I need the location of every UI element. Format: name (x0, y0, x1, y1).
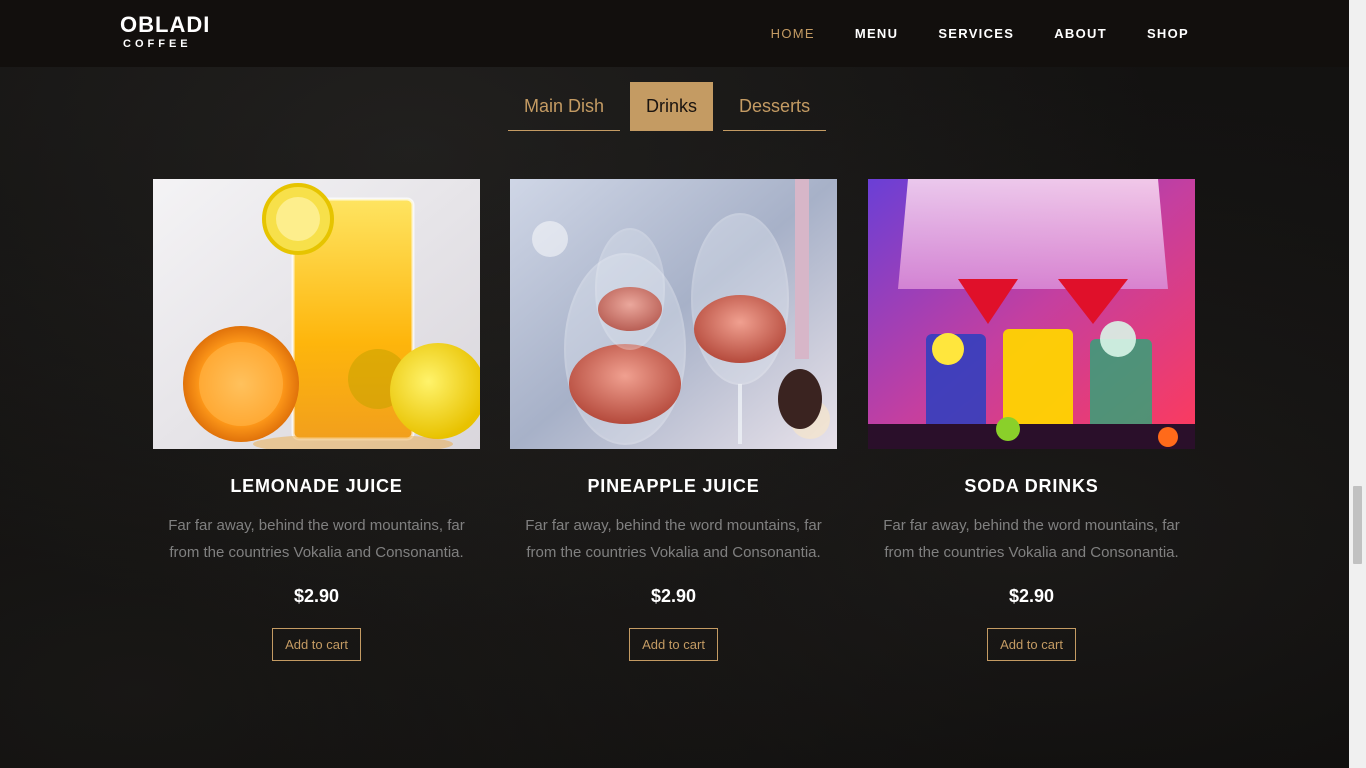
product-card: PINEAPPLE JUICE Far far away, behind the… (510, 179, 837, 661)
product-title: LEMONADE JUICE (230, 476, 403, 496)
brand-logo[interactable]: OBLADI COFFEE (120, 12, 211, 51)
brand-subtitle: COFFEE (123, 38, 192, 50)
product-description: Far far away, behind the word mountains,… (525, 517, 822, 561)
navbar: OBLADI COFFEE HOME MENU SERVICES ABOUT S… (0, 0, 1349, 67)
main-nav: HOME MENU SERVICES ABOUT SHOP (751, 26, 1209, 41)
nav-shop[interactable]: SHOP (1127, 26, 1209, 41)
nav-menu[interactable]: MENU (835, 26, 918, 41)
product-image-lemonade[interactable] (153, 179, 480, 449)
nav-services[interactable]: SERVICES (918, 26, 1034, 41)
product-price: $2.90 (293, 586, 340, 606)
nav-about[interactable]: ABOUT (1034, 26, 1127, 41)
brand-name: OBLADI (120, 12, 211, 37)
add-to-cart-button[interactable]: Add to cart (987, 628, 1076, 661)
product-price: $2.90 (1008, 586, 1055, 606)
menu-tabs: Main Dish Drinks Desserts (508, 82, 827, 131)
product-title: SODA DRINKS (964, 476, 1099, 496)
add-to-cart-button[interactable]: Add to cart (272, 628, 361, 661)
product-description: Far far away, behind the word mountains,… (168, 517, 465, 561)
tab-desserts[interactable]: Desserts (723, 82, 827, 131)
product-title: PINEAPPLE JUICE (587, 476, 760, 496)
scrollbar-thumb[interactable] (1353, 486, 1362, 564)
product-card: LEMONADE JUICE Far far away, behind the … (153, 179, 480, 661)
add-to-cart-button[interactable]: Add to cart (629, 628, 718, 661)
nav-home[interactable]: HOME (751, 26, 835, 41)
product-image-pineapple[interactable] (510, 179, 837, 449)
product-price: $2.90 (650, 586, 697, 606)
page-scrollbar[interactable] (1349, 0, 1366, 768)
product-image-soda[interactable] (868, 179, 1195, 449)
product-description: Far far away, behind the word mountains,… (883, 517, 1180, 561)
tab-drinks[interactable]: Drinks (630, 82, 714, 131)
tab-main-dish[interactable]: Main Dish (508, 82, 621, 131)
product-card: SODA DRINKS Far far away, behind the wor… (868, 179, 1195, 661)
